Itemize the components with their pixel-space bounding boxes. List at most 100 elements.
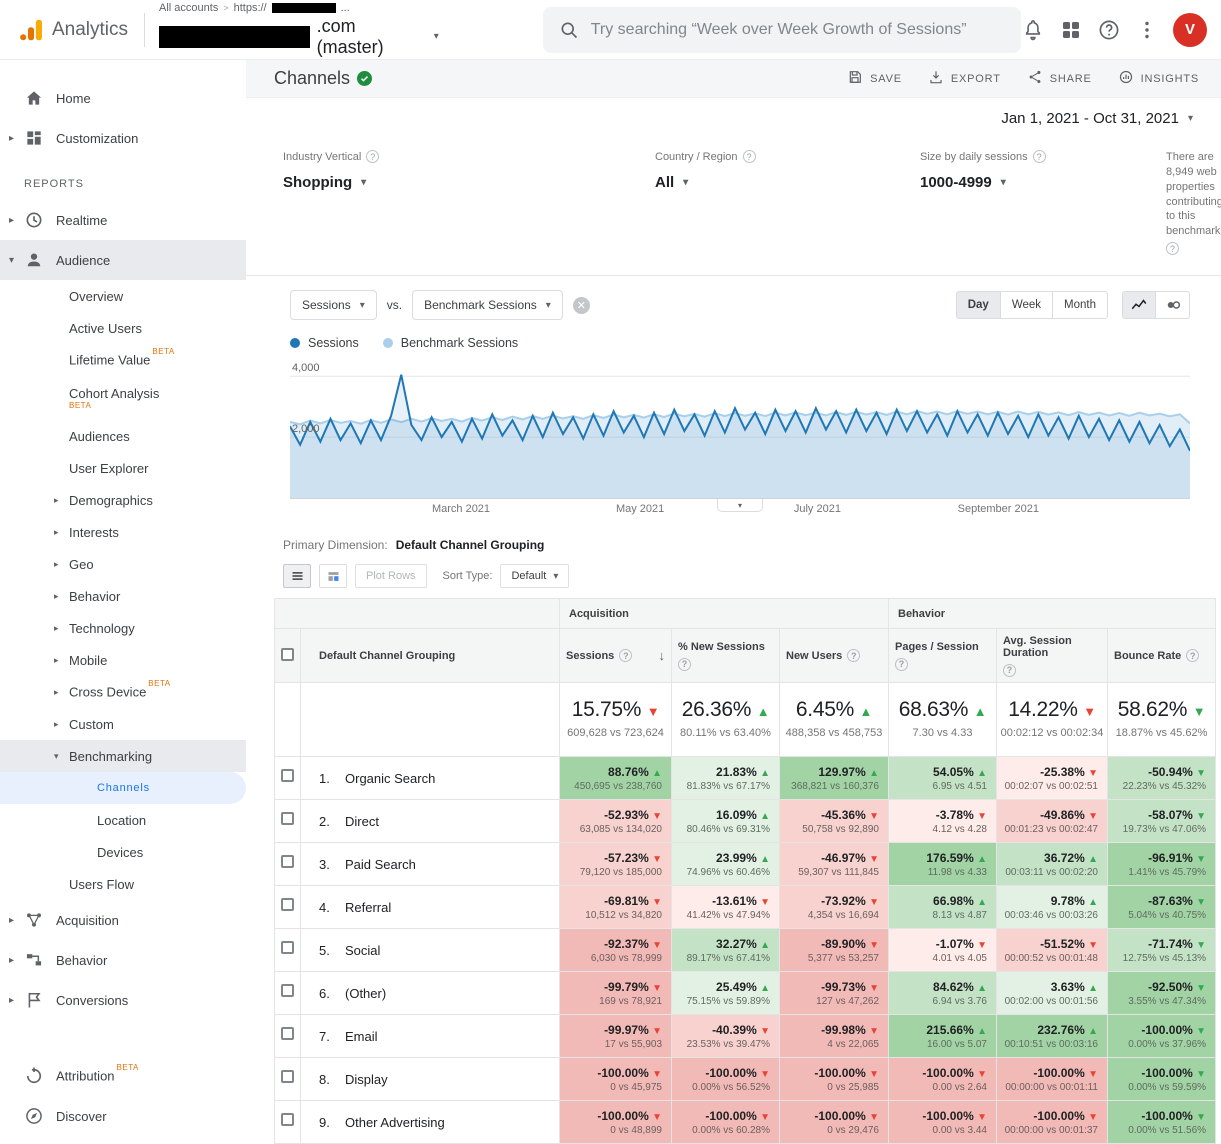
- granularity-week[interactable]: Week: [1001, 291, 1053, 319]
- chevron-right-icon: ▸: [9, 215, 14, 226]
- help-icon[interactable]: [1033, 150, 1046, 163]
- apps-grid-icon[interactable]: [1059, 18, 1083, 42]
- sidebar-item-benchmarking[interactable]: ▾Benchmarking: [0, 740, 246, 772]
- sidebar-item-lifetime-value[interactable]: Lifetime ValueBETA: [0, 344, 246, 376]
- sidebar-item-devices[interactable]: Devices: [0, 836, 246, 868]
- row-checkbox[interactable]: [281, 1027, 294, 1040]
- sidebar-item-channels[interactable]: Channels: [0, 772, 246, 804]
- row-checkbox[interactable]: [281, 1070, 294, 1083]
- chevron-right-icon: ▸: [54, 527, 59, 538]
- granularity-month[interactable]: Month: [1053, 291, 1108, 319]
- sidebar-item-label: Audience: [56, 253, 110, 268]
- sidebar-item-label: Custom: [69, 717, 114, 732]
- help-icon[interactable]: [366, 150, 379, 163]
- row-checkbox[interactable]: [281, 1113, 294, 1126]
- primary-dimension-value[interactable]: Default Channel Grouping: [396, 538, 545, 552]
- sidebar-item-cohort-analysis[interactable]: Cohort AnalysisBETA: [0, 376, 246, 420]
- dropdown-value[interactable]: All▾: [655, 174, 920, 191]
- sidebar-item-mobile[interactable]: ▸Mobile: [0, 644, 246, 676]
- sidebar-item-admin[interactable]: Admin: [0, 1136, 246, 1141]
- col-pages-session[interactable]: Pages / Session: [889, 629, 997, 683]
- sidebar-item-custom[interactable]: ▸Custom: [0, 708, 246, 740]
- help-icon[interactable]: [847, 649, 860, 662]
- search-bar[interactable]: [543, 7, 1021, 53]
- search-input[interactable]: [591, 21, 1005, 39]
- row-checkbox[interactable]: [281, 984, 294, 997]
- metric-selector-primary[interactable]: Sessions ▾: [290, 290, 377, 320]
- table-view-button[interactable]: [283, 564, 311, 588]
- sidebar-item-geo[interactable]: ▸Geo: [0, 548, 246, 580]
- export-button[interactable]: EXPORT: [928, 69, 1001, 88]
- account-selector[interactable]: All accounts > https:// ... .com (master…: [159, 2, 439, 58]
- remove-comparison-icon[interactable]: ✕: [573, 297, 590, 314]
- line-chart-toggle[interactable]: [1122, 291, 1156, 319]
- select-all-checkbox[interactable]: [281, 648, 294, 661]
- sort-desc-icon: ↓: [659, 648, 666, 663]
- sidebar-item-active-users[interactable]: Active Users: [0, 312, 246, 344]
- analytics-logo[interactable]: Analytics: [0, 17, 140, 43]
- sidebar-item-location[interactable]: Location: [0, 804, 246, 836]
- row-checkbox[interactable]: [281, 812, 294, 825]
- metric-selector-comparison[interactable]: Benchmark Sessions ▾: [412, 290, 563, 320]
- save-button[interactable]: SAVE: [847, 69, 902, 88]
- row-checkbox[interactable]: [281, 769, 294, 782]
- sort-type-label: Sort Type:: [443, 570, 493, 582]
- sidebar-item-interests[interactable]: ▸Interests: [0, 516, 246, 548]
- beta-badge: BETA: [148, 679, 170, 688]
- more-menu-icon[interactable]: [1135, 18, 1159, 42]
- col-new-users[interactable]: New Users: [780, 629, 889, 683]
- dropdown-value[interactable]: 1000-4999▾: [920, 174, 1166, 191]
- col-bounce-rate[interactable]: Bounce Rate: [1108, 629, 1216, 683]
- row-checkbox[interactable]: [281, 941, 294, 954]
- date-range-picker[interactable]: Jan 1, 2021 - Oct 31, 2021 ▾: [1001, 110, 1193, 127]
- sort-type-dropdown[interactable]: Default ▾: [500, 564, 569, 588]
- channel-name: Organic Search: [345, 771, 435, 786]
- sidebar-item-behavior[interactable]: ▸Behavior: [0, 580, 246, 612]
- granularity-day[interactable]: Day: [956, 291, 1001, 319]
- col-avg-duration[interactable]: Avg. Session Duration: [997, 629, 1108, 683]
- arrow-down-icon: ▼: [652, 1069, 662, 1080]
- plot-rows-button[interactable]: Plot Rows: [355, 564, 427, 588]
- sidebar-item-overview[interactable]: Overview: [0, 280, 246, 312]
- pivot-view-button[interactable]: [319, 564, 347, 588]
- chevron-down-icon: ▾: [9, 255, 14, 266]
- help-icon[interactable]: [1003, 664, 1016, 677]
- sidebar-item-technology[interactable]: ▸Technology: [0, 612, 246, 644]
- sidebar-item-home[interactable]: Home: [0, 78, 246, 118]
- sidebar-item-acquisition[interactable]: ▸Acquisition: [0, 900, 246, 940]
- insights-button[interactable]: INSIGHTS: [1118, 69, 1199, 88]
- help-icon[interactable]: [743, 150, 756, 163]
- sidebar-item-users-flow[interactable]: Users Flow: [0, 868, 246, 900]
- sidebar-item-conversions[interactable]: ▸Conversions: [0, 980, 246, 1020]
- sidebar-item-realtime[interactable]: ▸Realtime: [0, 200, 246, 240]
- sidebar-item-audiences[interactable]: Audiences: [0, 420, 246, 452]
- dimension-header[interactable]: Default Channel Grouping: [301, 629, 560, 683]
- help-icon[interactable]: [1166, 242, 1179, 255]
- sidebar-item-discover[interactable]: Discover: [0, 1096, 246, 1136]
- sidebar-item-behavior[interactable]: ▸Behavior: [0, 940, 246, 980]
- row-checkbox[interactable]: [281, 898, 294, 911]
- help-icon[interactable]: [678, 658, 691, 671]
- sidebar-item-label: Benchmarking: [69, 749, 152, 764]
- sidebar-item-attribution[interactable]: AttributionBETA: [0, 1056, 246, 1096]
- comparison-chart-toggle[interactable]: [1156, 291, 1190, 319]
- dropdown-value[interactable]: Shopping▾: [283, 174, 655, 191]
- share-button[interactable]: SHARE: [1027, 69, 1092, 88]
- col-new-sessions[interactable]: % New Sessions: [672, 629, 780, 683]
- sidebar-item-user-explorer[interactable]: User Explorer: [0, 452, 246, 484]
- notifications-bell-icon[interactable]: [1021, 18, 1045, 42]
- sidebar-item-cross-device[interactable]: ▸Cross DeviceBETA: [0, 676, 246, 708]
- chart-expander[interactable]: ▾: [717, 499, 763, 512]
- sidebar-item-customization[interactable]: ▸Customization: [0, 118, 246, 158]
- row-checkbox[interactable]: [281, 855, 294, 868]
- avatar[interactable]: V: [1173, 13, 1207, 47]
- col-sessions[interactable]: Sessions↓: [560, 629, 672, 683]
- chevron-down-icon: ▾: [546, 300, 551, 311]
- help-icon[interactable]: [895, 658, 908, 671]
- help-icon[interactable]: [1097, 18, 1121, 42]
- help-icon[interactable]: [619, 649, 632, 662]
- sidebar-item-demographics[interactable]: ▸Demographics: [0, 484, 246, 516]
- sidebar-item-label: User Explorer: [69, 461, 148, 476]
- sidebar-item-audience[interactable]: ▾ Audience: [0, 240, 246, 280]
- help-icon[interactable]: [1186, 649, 1199, 662]
